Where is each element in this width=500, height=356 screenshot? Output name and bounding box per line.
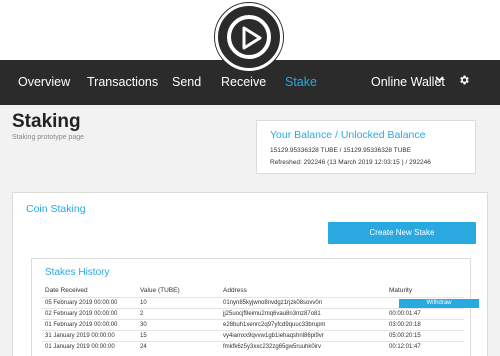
column-header-date: Date Received bbox=[45, 287, 88, 294]
coin-staking-title: Coin Staking bbox=[26, 203, 86, 215]
cell-value: 2 bbox=[140, 311, 144, 317]
column-header-address: Address bbox=[223, 287, 247, 294]
nav-stake[interactable]: Stake bbox=[285, 75, 317, 89]
cell-address: fmkfk6z5y3xxc232zg65gw5ruuhk0irv bbox=[223, 344, 322, 350]
table-row: 01 January 2019 00:00:00 24 fmkfk6z5y3xx… bbox=[42, 341, 464, 352]
column-header-maturity: Maturity bbox=[389, 287, 413, 294]
stakes-history-panel: Stakes History Date Received Value (TUBE… bbox=[31, 258, 479, 356]
cell-date: 01 January 2019 00:00:00 bbox=[45, 344, 115, 350]
page-title: Staking bbox=[12, 111, 81, 132]
withdraw-button[interactable]: Withdraw bbox=[399, 299, 479, 308]
cell-maturity: 00:00:01:47 bbox=[389, 311, 421, 317]
table-row: 01 February 2019 00:00:00 30 e28buh1xenr… bbox=[42, 319, 464, 330]
cell-maturity: 03:00:20:18 bbox=[389, 322, 421, 328]
cell-date: 05 February 2019 00:00:00 bbox=[45, 300, 118, 306]
balance-title: Your Balance / Unlocked Balance bbox=[270, 129, 426, 141]
cell-date: 31 January 2019 00:00:00 bbox=[45, 333, 115, 339]
play-logo-icon[interactable] bbox=[215, 3, 283, 71]
cell-value: 24 bbox=[140, 344, 147, 350]
cell-date: 01 February 2019 00:00:00 bbox=[45, 322, 118, 328]
cell-address: jj25uocjf9eimu2mq6vau8n3mz87o81 bbox=[223, 311, 321, 317]
cell-value: 30 bbox=[140, 322, 147, 328]
play-triangle-icon bbox=[242, 26, 262, 50]
wallet-selector[interactable]: Online Wallet bbox=[371, 75, 445, 89]
cell-value: 10 bbox=[140, 300, 147, 306]
cell-maturity: 05:00:20:15 bbox=[389, 333, 421, 339]
nav-overview[interactable]: Overview bbox=[18, 75, 70, 89]
table-row: 31 January 2019 00:00:00 15 vy4iamxx9qvv… bbox=[42, 330, 464, 341]
stakes-history-title: Stakes History bbox=[45, 267, 110, 278]
balance-amounts: 15129.95336328 TUBE / 15129.95336328 TUB… bbox=[270, 147, 412, 154]
chevron-down-icon[interactable] bbox=[435, 74, 444, 86]
table-row: 02 February 2019 00:00:00 2 jj25uocjf9ei… bbox=[42, 308, 464, 319]
balance-card: Your Balance / Unlocked Balance 15129.95… bbox=[256, 120, 476, 174]
cell-address: e28buh1xenrc2q97yfcd9quuc33brupm bbox=[223, 322, 326, 328]
cell-address: vy4iamxx9qvvw1gb1iehaqshnl86pi9vr bbox=[223, 333, 324, 339]
page-subtitle: Staking prototype page bbox=[12, 134, 84, 141]
gear-icon[interactable] bbox=[458, 73, 470, 91]
nav-transactions[interactable]: Transactions bbox=[87, 75, 158, 89]
cell-date: 02 February 2019 00:00:00 bbox=[45, 311, 118, 317]
create-stake-button[interactable]: Create New Stake bbox=[328, 222, 476, 244]
nav-receive[interactable]: Receive bbox=[221, 75, 266, 89]
cell-value: 15 bbox=[140, 333, 147, 339]
cell-maturity: 00:12:01:47 bbox=[389, 344, 421, 350]
balance-refreshed: Refreshed: 292246 (13 March 2019 12:03:1… bbox=[270, 159, 431, 166]
table-row: 05 February 2019 00:00:00 10 01nyn85kyjw… bbox=[42, 297, 479, 308]
coin-staking-card: Coin Staking Create New Stake Stakes His… bbox=[12, 192, 488, 356]
nav-send[interactable]: Send bbox=[172, 75, 201, 89]
cell-address: 01nyn85kyjwno8nvdgz1rjzk08sovv0n bbox=[223, 300, 323, 306]
column-header-value: Value (TUBE) bbox=[140, 287, 180, 294]
